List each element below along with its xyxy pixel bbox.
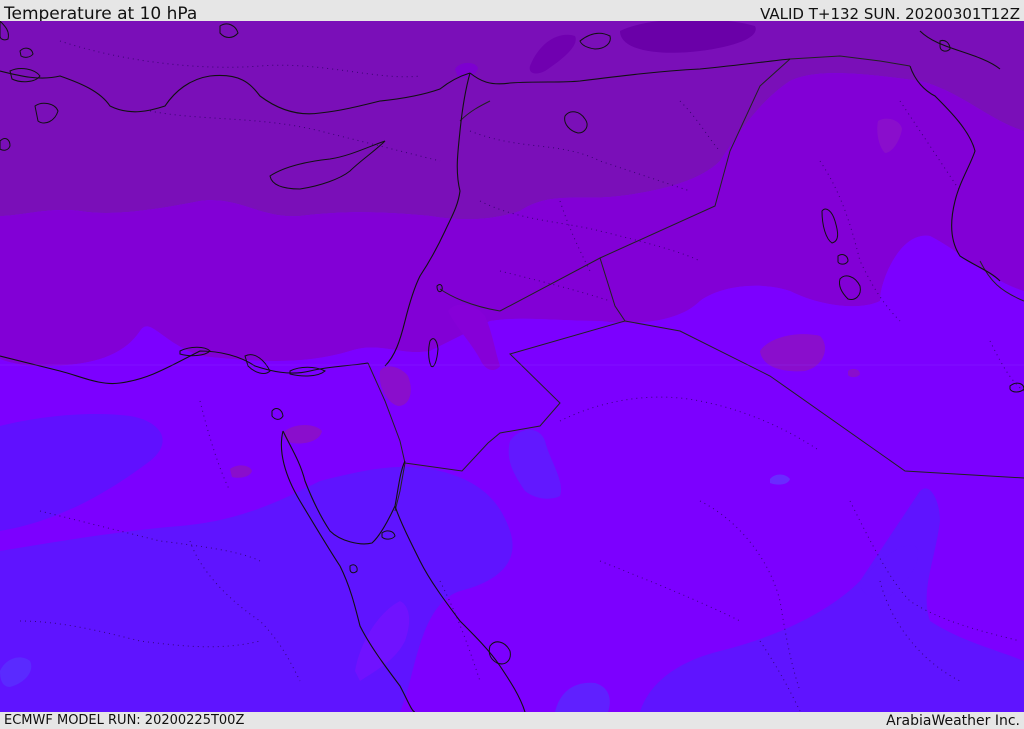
model-run-label: ECMWF MODEL RUN: 20200225T00Z [4,713,245,728]
footer-bar: ECMWF MODEL RUN: 20200225T00Z ArabiaWeat… [0,712,1024,729]
header-bar: Temperature at 10 hPa VALID T+132 SUN. 2… [0,0,1024,24]
weather-map-page: Temperature at 10 hPa VALID T+132 SUN. 2… [0,0,1024,729]
map-canvas [0,21,1024,712]
credit-label: ArabiaWeather Inc. [886,713,1020,729]
temperature-map[interactable] [0,21,1024,712]
